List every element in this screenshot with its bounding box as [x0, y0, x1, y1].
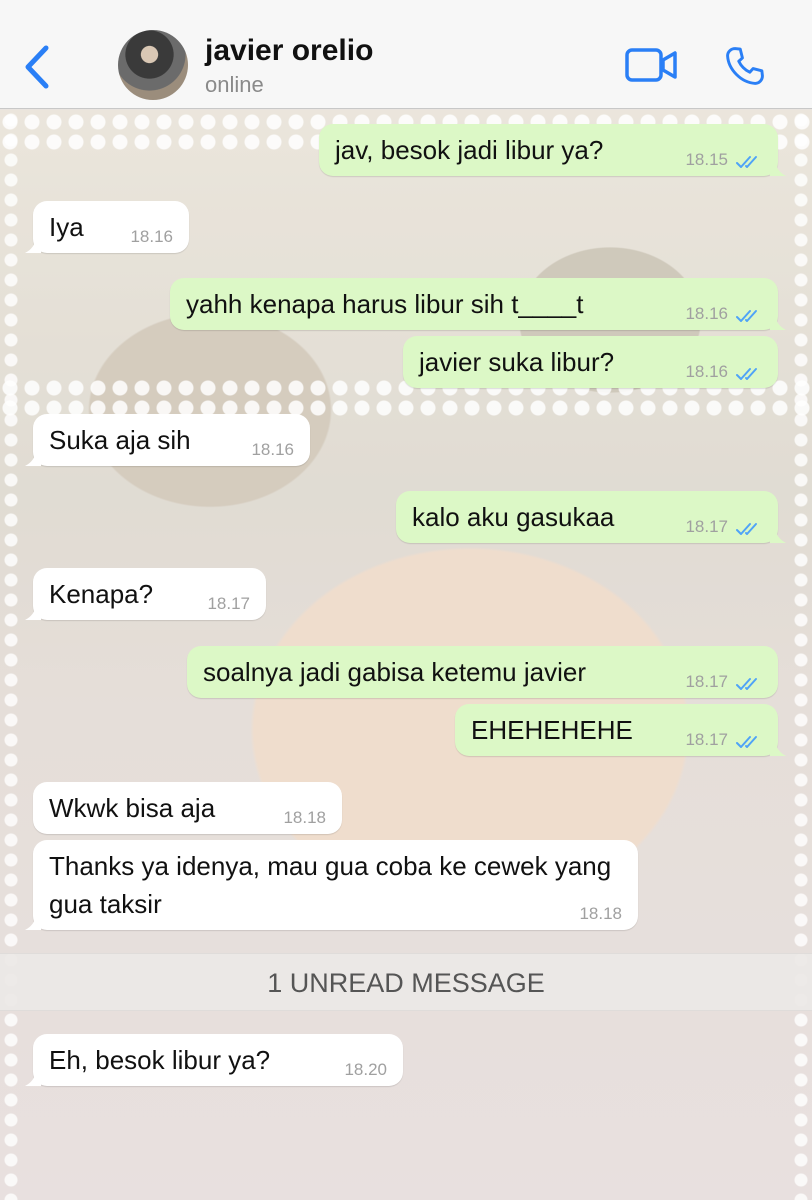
- double-check-icon: [736, 736, 757, 748]
- contact-status: online: [205, 72, 264, 97]
- bubble-tail: [770, 160, 786, 176]
- outgoing-message[interactable]: EHEHEHEHE 18.17: [455, 704, 786, 756]
- outgoing-message[interactable]: kalo aku gasukaa 18.17: [396, 491, 786, 543]
- message-time: 18.16: [130, 227, 173, 246]
- double-check-icon: [736, 523, 757, 535]
- message-time: 18.16: [685, 362, 728, 381]
- outgoing-message[interactable]: yahh kenapa harus libur sih t____t 18.16: [170, 278, 786, 330]
- message-time: 18.20: [344, 1060, 387, 1079]
- incoming-message[interactable]: Wkwk bisa aja 18.18: [33, 782, 342, 834]
- back-button[interactable]: [22, 44, 52, 90]
- message-text: Eh, besok libur ya?: [49, 1045, 271, 1075]
- chevron-left-icon: [25, 45, 49, 89]
- incoming-message[interactable]: Thanks ya idenya, mau gua coba ke cewek …: [25, 840, 638, 930]
- incoming-message[interactable]: Iya 18.16: [25, 201, 189, 253]
- bubble-tail: [25, 450, 41, 466]
- message-time: 18.17: [685, 672, 728, 691]
- double-check-icon: [736, 368, 757, 380]
- unread-divider: 1 UNREAD MESSAGE: [0, 953, 812, 1011]
- bubble-tail: [770, 740, 786, 756]
- message-time: 18.17: [685, 517, 728, 536]
- phone-icon: [726, 47, 764, 85]
- incoming-message[interactable]: Eh, besok libur ya? 18.20: [25, 1034, 403, 1086]
- outgoing-message[interactable]: soalnya jadi gabisa ketemu javier 18.17: [187, 646, 778, 698]
- message-text: yahh kenapa harus libur sih t____t: [186, 289, 584, 319]
- video-call-button[interactable]: [625, 48, 677, 82]
- outgoing-message[interactable]: jav, besok jadi libur ya? 18.15: [319, 124, 786, 176]
- message-time: 18.18: [283, 808, 326, 827]
- message-text: soalnya jadi gabisa ketemu javier: [203, 657, 586, 687]
- incoming-message[interactable]: Kenapa? 18.17: [25, 568, 266, 620]
- message-time: 18.18: [579, 904, 622, 923]
- message-time: 18.16: [685, 304, 728, 323]
- avatar[interactable]: [118, 30, 188, 100]
- bubble-tail: [770, 527, 786, 543]
- bubble-tail: [770, 314, 786, 330]
- bubble-tail: [25, 604, 41, 620]
- message-time: 18.16: [251, 440, 294, 459]
- video-camera-icon: [625, 48, 677, 82]
- double-check-icon: [736, 156, 757, 168]
- message-text: Thanks ya idenya, mau gua coba ke cewek …: [49, 851, 619, 919]
- message-time: 18.17: [685, 730, 728, 749]
- incoming-message[interactable]: Suka aja sih 18.16: [25, 414, 310, 466]
- bubble-tail: [25, 1070, 41, 1086]
- message-time: 18.15: [685, 150, 728, 169]
- bubble-tail: [25, 237, 41, 253]
- double-check-icon: [736, 310, 757, 322]
- contact-name[interactable]: javier orelio: [205, 34, 373, 68]
- voice-call-button[interactable]: [723, 44, 767, 88]
- bubble-tail: [25, 914, 41, 930]
- double-check-icon: [736, 678, 757, 690]
- chat-header: javier orelio online: [0, 0, 812, 109]
- message-time: 18.17: [207, 594, 250, 613]
- outgoing-message[interactable]: javier suka libur? 18.16: [403, 336, 778, 388]
